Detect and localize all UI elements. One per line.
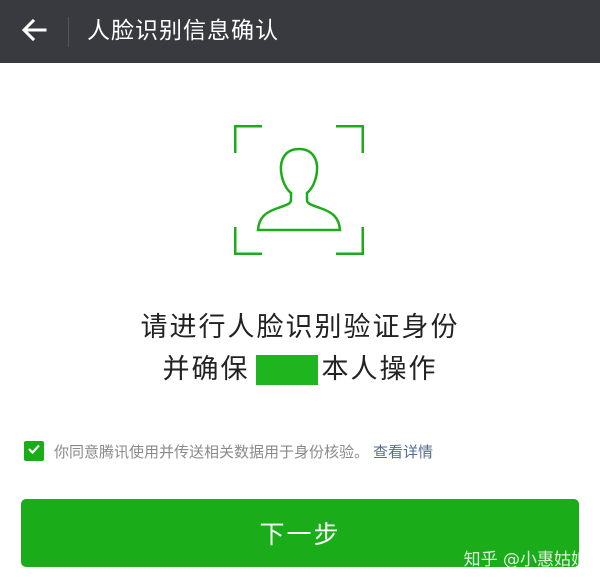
instruction-prefix: 并确保: [162, 354, 250, 385]
instruction-line-2: 并确保 本人操作: [0, 349, 600, 391]
check-icon: [27, 442, 41, 460]
agreement-row: 你同意腾讯使用并传送相关数据用于身份核验。 查看详情: [24, 439, 433, 463]
header-divider: [68, 17, 69, 47]
instruction-suffix: 本人操作: [321, 354, 438, 385]
instruction-line-1: 请进行人脸识别验证身份: [140, 312, 460, 343]
back-button[interactable]: [0, 0, 68, 63]
view-details-link[interactable]: 查看详情: [373, 441, 433, 462]
face-frame-icon: [233, 124, 365, 256]
agreement-checkbox[interactable]: [24, 441, 44, 461]
instruction-text: 请进行人脸识别验证身份 并确保 本人操作: [0, 307, 600, 391]
page-title: 人脸识别信息确认: [87, 18, 279, 44]
arrow-left-icon: [20, 16, 48, 48]
redacted-name: [255, 355, 318, 385]
top-bar: 人脸识别信息确认: [0, 0, 600, 63]
watermark: 知乎 @小惠姑娘: [463, 550, 588, 570]
agreement-text: 你同意腾讯使用并传送相关数据用于身份核验。: [54, 442, 370, 461]
